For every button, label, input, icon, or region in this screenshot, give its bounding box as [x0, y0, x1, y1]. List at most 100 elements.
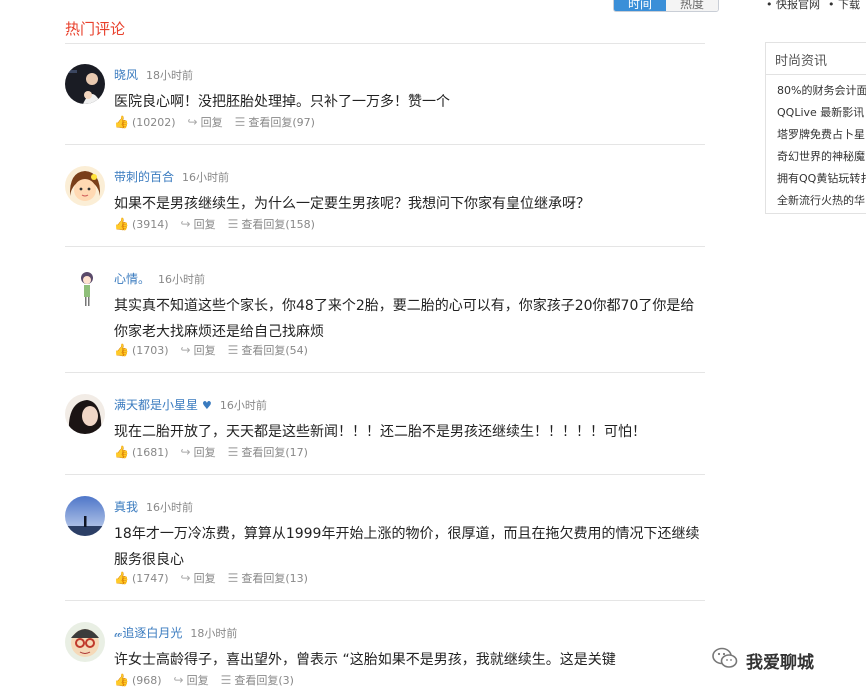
view-replies-button[interactable]: ☰ 查看回复 (3): [221, 672, 294, 688]
thumbs-up-icon: 👍: [114, 115, 129, 129]
news-link[interactable]: 80%的财务会计面: [777, 80, 866, 102]
avatar[interactable]: [65, 496, 105, 536]
thumbs-up-icon: 👍: [114, 217, 129, 231]
comment-text: 许女士高龄得子，喜出望外，曾表示 “这胎如果不是男孩，我就继续生。这是关键: [114, 652, 616, 668]
avatar[interactable]: [65, 622, 105, 662]
view-replies-button[interactable]: ☰ 查看回复 (97): [235, 114, 315, 130]
comment-text: 医院良心啊！没把胚胎处理掉。只补了一万多！赞一个: [114, 94, 450, 110]
reply-count: (13): [285, 571, 308, 585]
list-icon: ☰: [227, 445, 239, 459]
list-icon: ☰: [227, 343, 239, 357]
wechat-watermark: 我爱聊城: [712, 647, 814, 674]
reply-label: 回复: [193, 446, 216, 459]
sort-tabs: 时间 热度: [613, 0, 720, 12]
like-button[interactable]: 👍 (10202): [114, 115, 176, 129]
author-name[interactable]: 带刺的百合: [114, 170, 174, 184]
like-button[interactable]: 👍 (968): [114, 673, 162, 687]
top-link-download[interactable]: • 下载: [828, 0, 860, 11]
like-button[interactable]: 👍 (1703): [114, 343, 169, 357]
news-link[interactable]: 塔罗牌免费占卜星: [777, 124, 866, 146]
comment-actions: 👍 (10202) ↪ 回复 ☰ 查看回复 (97): [114, 114, 327, 130]
top-link-official-site[interactable]: • 快报官网: [766, 0, 820, 11]
news-link[interactable]: 全新流行火热的华: [777, 190, 866, 212]
reply-count: (17): [285, 445, 308, 459]
comment-time: 16小时前: [219, 399, 267, 412]
comment-text: 现在二胎开放了，天天都是这些新闻！！！还二胎不是男孩还继续生！！！！！可怕！: [114, 424, 646, 440]
author-name[interactable]: 满天都是小星星: [114, 398, 198, 412]
thumbs-up-icon: 👍: [114, 445, 129, 459]
heart-icon: ♥: [202, 399, 212, 412]
reply-button[interactable]: ↪ 回复: [181, 342, 216, 358]
reply-label: 回复: [193, 218, 216, 231]
view-replies-button[interactable]: ☰ 查看回复 (17): [228, 444, 308, 460]
like-button[interactable]: 👍 (3914): [114, 217, 169, 231]
reply-button[interactable]: ↪ 回复: [181, 570, 216, 586]
reply-arrow-icon: ↪: [180, 571, 191, 585]
like-count: (10202): [131, 115, 176, 129]
like-count: (3914): [131, 217, 169, 231]
comment-text: 如果不是男孩继续生，为什么一定要生男孩呢？我想问下你家有皇位继承呀？: [114, 196, 590, 212]
author-name[interactable]: 心情。: [114, 272, 150, 286]
panel-title: 时尚资讯: [766, 43, 866, 75]
list-icon: ☰: [227, 571, 239, 585]
wechat-icon: [712, 647, 738, 674]
comment-time: 16小时前: [158, 273, 206, 286]
like-button[interactable]: 👍 (1747): [114, 571, 169, 585]
tab-time[interactable]: 时间: [614, 0, 667, 11]
comment-actions: 👍 (1681) ↪ 回复 ☰ 查看回复 (17): [114, 444, 320, 460]
thumbs-up-icon: 👍: [114, 673, 129, 687]
top-links: • 快报官网 • 下载: [766, 0, 866, 12]
reply-button[interactable]: ↪ 回复: [181, 444, 216, 460]
news-link[interactable]: 奇幻世界的神秘魔: [777, 146, 866, 168]
like-button[interactable]: 👍 (1681): [114, 445, 169, 459]
comment-actions: 👍 (968) ↪ 回复 ☰ 查看回复 (3): [114, 672, 306, 688]
like-count: (968): [131, 673, 162, 687]
watermark-text: 我爱聊城: [746, 653, 814, 673]
reply-arrow-icon: ↪: [173, 673, 184, 687]
avatar[interactable]: [65, 64, 105, 104]
like-count: (1703): [131, 343, 169, 357]
comment-actions: 👍 (1747) ↪ 回复 ☰ 查看回复 (13): [114, 570, 320, 586]
reply-arrow-icon: ↪: [187, 115, 198, 129]
reply-arrow-icon: ↪: [180, 343, 191, 357]
divider: [65, 600, 705, 601]
comment-text: 其实真不知道这些个家长，你48了来个2胎，要二胎的心可以有，你家孩子20你都70…: [114, 298, 695, 340]
news-link[interactable]: QQLive 最新影讯: [777, 102, 866, 124]
divider: [65, 474, 705, 475]
avatar[interactable]: [65, 166, 105, 206]
author-name[interactable]: 𝓌追逐白月光: [114, 626, 182, 640]
reply-arrow-icon: ↪: [180, 445, 191, 459]
author-name[interactable]: 真我: [114, 500, 138, 514]
list-icon: ☰: [227, 217, 239, 231]
reply-count: (158): [285, 217, 315, 231]
author-name[interactable]: 晓风: [114, 68, 138, 82]
reply-label: 回复: [186, 674, 209, 687]
reply-button[interactable]: ↪ 回复: [174, 672, 209, 688]
reply-arrow-icon: ↪: [180, 217, 191, 231]
tab-hot[interactable]: 热度: [666, 0, 719, 11]
comment-time: 18小时前: [190, 627, 238, 640]
comment-time: 16小时前: [182, 171, 230, 184]
comment-time: 16小时前: [146, 501, 194, 514]
reply-count: (3): [278, 673, 294, 687]
like-count: (1681): [131, 445, 169, 459]
reply-button[interactable]: ↪ 回复: [188, 114, 223, 130]
fashion-news-panel: 时尚资讯 80%的财务会计面 QQLive 最新影讯 塔罗牌免费占卜星 奇幻世界…: [765, 42, 866, 214]
reply-button[interactable]: ↪ 回复: [181, 216, 216, 232]
comment-actions: 👍 (3914) ↪ 回复 ☰ 查看回复 (158): [114, 216, 327, 232]
view-replies-button[interactable]: ☰ 查看回复 (54): [228, 342, 308, 358]
reply-label: 回复: [193, 572, 216, 585]
divider: [65, 372, 705, 373]
view-replies-label: 查看回复: [241, 572, 286, 585]
reply-label: 回复: [193, 344, 216, 357]
view-replies-label: 查看回复: [241, 344, 286, 357]
view-replies-label: 查看回复: [241, 446, 286, 459]
view-replies-button[interactable]: ☰ 查看回复 (13): [228, 570, 308, 586]
avatar[interactable]: [65, 268, 105, 308]
view-replies-button[interactable]: ☰ 查看回复 (158): [228, 216, 315, 232]
divider: [65, 246, 705, 247]
news-link[interactable]: 拥有QQ黄钻玩转扌: [777, 168, 866, 190]
comment-text: 18年才一万冷冻费，算算从1999年开始上涨的物价，很厚道，而且在拖欠费用的情况…: [114, 526, 700, 568]
avatar[interactable]: [65, 394, 105, 434]
reply-label: 回复: [200, 116, 223, 129]
